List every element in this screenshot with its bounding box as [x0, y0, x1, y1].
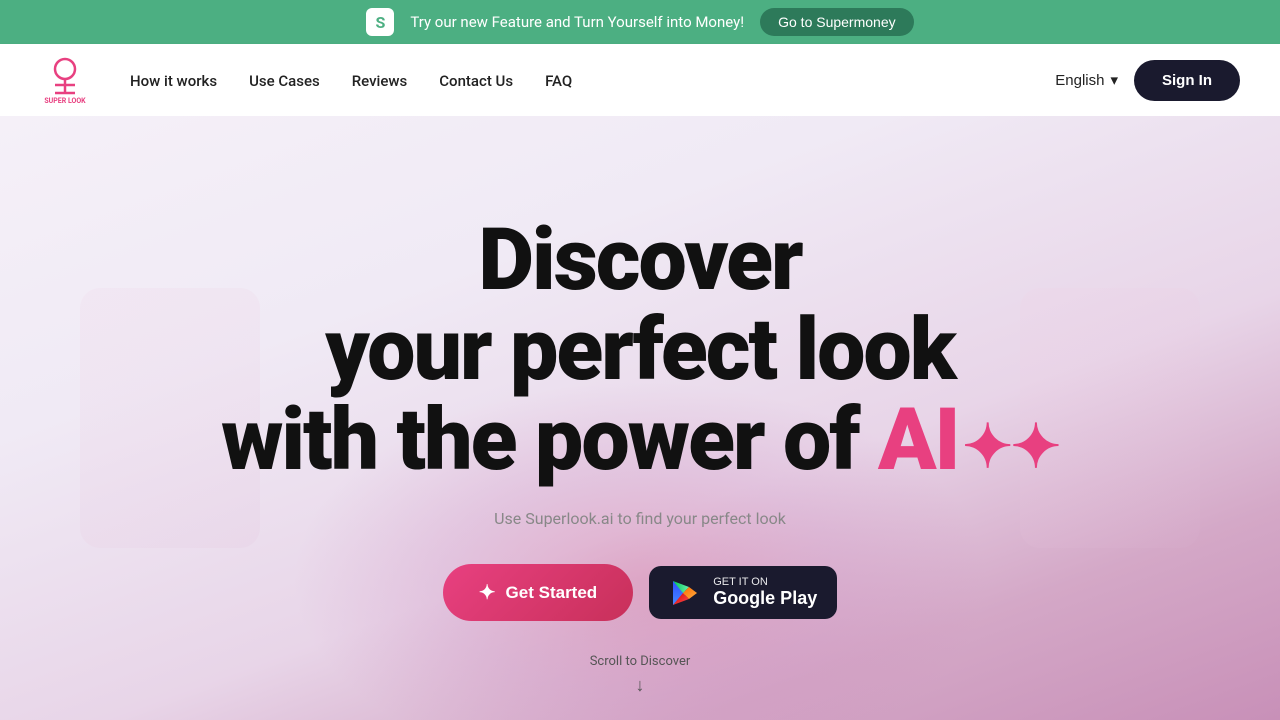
google-play-icon [669, 577, 701, 609]
google-play-small-text: GET IT ON [713, 576, 817, 588]
hero-title-line3-prefix: with the power of [221, 389, 878, 490]
nav-reviews[interactable]: Reviews [352, 72, 408, 90]
scroll-indicator: Scroll to Discover ↓ [590, 654, 691, 696]
google-play-text: GET IT ON Google Play [713, 576, 817, 609]
announcement-bar: S Try our new Feature and Turn Yourself … [0, 0, 1280, 44]
google-play-large-text: Google Play [713, 588, 817, 609]
svg-text:SUPER LOOK: SUPER LOOK [44, 97, 86, 105]
nav-contact-us[interactable]: Contact Us [439, 72, 513, 90]
sparkle-btn-icon: ✦ [479, 580, 496, 605]
navbar: SUPER LOOK How it works Use Cases Review… [0, 44, 1280, 116]
sign-in-button[interactable]: Sign In [1134, 60, 1240, 101]
hero-subtitle: Use Superlook.ai to find your perfect lo… [221, 509, 1059, 528]
go-to-supermoney-button[interactable]: Go to Supermoney [760, 8, 914, 36]
hero-title-line2: your perfect look [325, 299, 955, 400]
hero-buttons: ✦ Get Started [221, 564, 1059, 621]
chevron-down-icon: ▾ [1110, 71, 1118, 89]
nav-links: How it works Use Cases Reviews Contact U… [130, 71, 572, 90]
hero-section: Discover your perfect look with the powe… [0, 116, 1280, 720]
hero-title: Discover your perfect look with the powe… [221, 215, 1059, 486]
get-started-label: Get Started [506, 583, 598, 603]
scroll-down-arrow-icon: ↓ [635, 675, 644, 696]
navbar-right: English ▾ Sign In [1055, 60, 1240, 101]
sparkle-icon: ✦✦ [963, 415, 1060, 478]
logo-icon: SUPER LOOK [40, 55, 90, 105]
google-play-button[interactable]: GET IT ON Google Play [649, 566, 837, 619]
navbar-left: SUPER LOOK How it works Use Cases Review… [40, 55, 572, 105]
nav-faq[interactable]: FAQ [545, 72, 572, 90]
logo[interactable]: SUPER LOOK [40, 55, 90, 105]
nav-how-it-works[interactable]: How it works [130, 72, 217, 90]
language-selector[interactable]: English ▾ [1055, 71, 1118, 89]
get-started-button[interactable]: ✦ Get Started [443, 564, 633, 621]
hero-content: Discover your perfect look with the powe… [221, 215, 1059, 622]
hero-title-line1: Discover [478, 209, 801, 310]
supermoney-icon: S [366, 8, 394, 36]
announcement-text: Try our new Feature and Turn Yourself in… [410, 13, 744, 31]
scroll-label: Scroll to Discover [590, 654, 691, 669]
language-label: English [1055, 72, 1104, 89]
nav-use-cases[interactable]: Use Cases [249, 72, 320, 90]
hero-title-ai: AI [878, 389, 959, 490]
